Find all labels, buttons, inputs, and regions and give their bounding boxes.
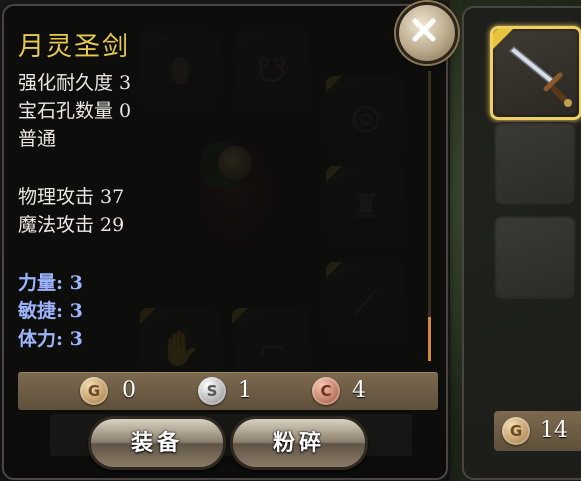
tooltip-scrollbar[interactable] xyxy=(428,71,431,361)
item-tooltip: 月灵圣剑 强化耐久度 3 宝石孔数量 0 普通 物理攻击 37 魔法攻击 29 … xyxy=(2,4,448,480)
player-gold: G 14 xyxy=(494,411,581,451)
player-gold-amount: 14 xyxy=(540,418,568,443)
inventory-slot-empty[interactable] xyxy=(494,122,576,206)
close-button[interactable] xyxy=(396,2,458,64)
copper-amount: 4 xyxy=(352,378,366,403)
attr-stamina: 体力: 3 xyxy=(18,328,83,350)
attr-agility: 敏捷: 3 xyxy=(18,300,83,322)
sword-icon xyxy=(508,45,572,107)
close-icon xyxy=(412,18,436,42)
gold-amount: 0 xyxy=(122,378,136,403)
copper-coin-icon: C xyxy=(312,377,340,405)
smash-button[interactable]: 粉碎 xyxy=(230,416,368,470)
sell-price-bar: G 0 S 1 C 4 xyxy=(18,372,438,410)
silver-amount: 1 xyxy=(238,378,252,403)
equip-button[interactable]: 装备 xyxy=(88,416,226,470)
stat-quality: 普通 xyxy=(18,128,57,150)
stat-gem-slots: 宝石孔数量 0 xyxy=(18,100,132,122)
stat-enhance-durability: 强化耐久度 3 xyxy=(18,72,132,94)
silver-coin-icon: S xyxy=(198,377,226,405)
stat-magic-attack: 魔法攻击 29 xyxy=(18,214,125,236)
gold-coin-icon: G xyxy=(502,417,530,445)
attr-strength: 力量: 3 xyxy=(18,272,83,294)
inventory-slot-empty[interactable] xyxy=(494,216,576,300)
item-name: 月灵圣剑 xyxy=(18,32,131,62)
inventory-slot-selected[interactable] xyxy=(490,26,581,120)
stat-physical-attack: 物理攻击 37 xyxy=(18,186,125,208)
gold-coin-icon: G xyxy=(80,377,108,405)
scrollbar-thumb[interactable] xyxy=(428,317,431,361)
